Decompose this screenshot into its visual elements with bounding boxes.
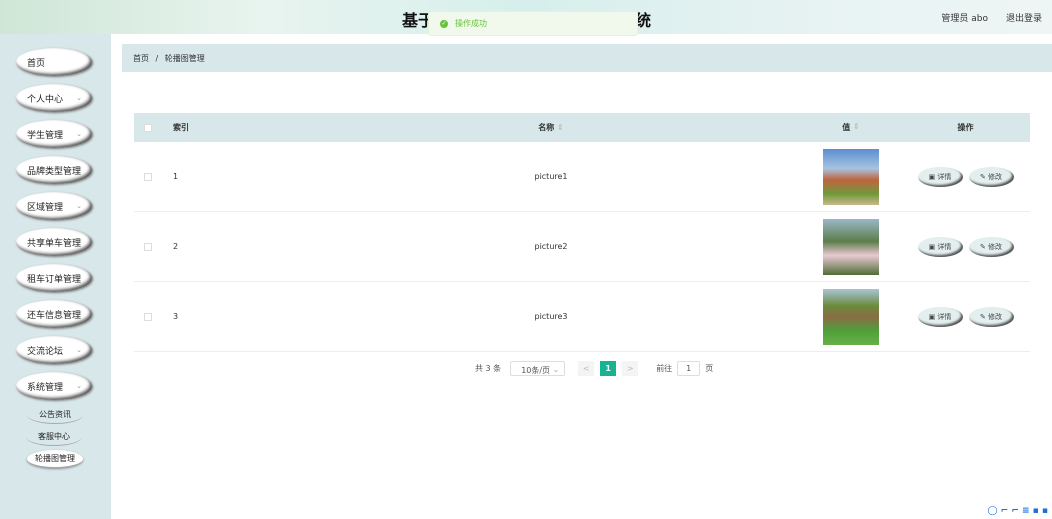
sidebar-item-label: 共享单车管理 <box>27 238 82 249</box>
sidebar-subitem-label: 客服中心 <box>38 432 70 441</box>
detail-icon: ▣ <box>928 172 938 181</box>
sidebar-item[interactable]: 个人中心 ⌄ <box>16 84 92 112</box>
header-name[interactable]: 名称 ⇕ <box>301 122 801 133</box>
row-index: 1 <box>173 172 179 181</box>
sidebar-item[interactable]: 共享单车管理 <box>16 228 92 256</box>
carousel-image[interactable] <box>823 218 879 275</box>
logout-link[interactable]: 退出登录 <box>1006 11 1042 24</box>
user-label: 管理员 abo <box>941 14 988 24</box>
sidebar-item-label: 首页 <box>27 58 46 69</box>
row-index: 3 <box>173 312 179 321</box>
row-name: picture1 <box>534 172 568 181</box>
sidebar-subitem[interactable]: 轮播图管理 <box>27 450 83 468</box>
edit-button[interactable]: ✎ 修改 <box>968 236 1014 257</box>
detail-button[interactable]: ▣ 详情 <box>917 306 963 327</box>
sidebar-item-label: 品牌类型管理 <box>27 166 82 177</box>
header-index: 索引 <box>173 123 189 132</box>
data-table: 索引 名称 ⇕ 值 ⇕ 操作 1 picture1 ▣ 详情 ✎ 修改 2 pi… <box>134 113 1030 352</box>
table-row: 3 picture3 ▣ 详情 ✎ 修改 <box>134 282 1030 352</box>
sidebar-subitem[interactable]: 客服中心 <box>26 428 82 446</box>
chevron-down-icon: ⌄ <box>76 346 82 354</box>
breadcrumb-current: 轮播图管理 <box>164 54 205 63</box>
prev-page-button[interactable]: < <box>578 361 595 376</box>
carousel-image[interactable] <box>823 288 879 345</box>
sidebar-item[interactable]: 学生管理 ⌄ <box>16 120 92 148</box>
success-toast: ✓ 操作成功 <box>428 11 638 36</box>
edit-icon: ✎ <box>979 312 989 321</box>
sidebar-item[interactable]: 系统管理 ⌄ <box>16 372 92 400</box>
sidebar-item[interactable]: 租车订单管理 <box>16 264 92 292</box>
chevron-down-icon: ⌄ <box>76 94 82 102</box>
sidebar-subitem[interactable]: 公告资讯 <box>27 406 83 424</box>
breadcrumb-separator: / <box>155 54 159 63</box>
check-icon: ✓ <box>440 19 448 28</box>
sidebar-item[interactable]: 品牌类型管理 <box>16 156 92 184</box>
sort-icon[interactable]: ⇕ <box>853 122 860 133</box>
sidebar-item[interactable]: 还车信息管理 <box>16 300 92 328</box>
row-index: 2 <box>173 242 179 251</box>
detail-button[interactable]: ▣ 详情 <box>917 236 963 257</box>
goto-label: 前往 <box>656 364 673 373</box>
row-name: picture3 <box>534 312 568 321</box>
edit-icon: ✎ <box>979 242 989 251</box>
breadcrumb: 首页 / 轮播图管理 <box>122 44 1052 72</box>
watermark-logo: ◯ ⌐ ⌐ ≡ ▪ ▪ <box>987 506 1048 516</box>
edit-icon: ✎ <box>979 172 989 181</box>
header-actions: 操作 <box>957 123 974 132</box>
table-row: 1 picture1 ▣ 详情 ✎ 修改 <box>134 142 1030 212</box>
sidebar: 首页个人中心 ⌄ 学生管理 ⌄ 品牌类型管理 区域管理 ⌄ 共享单车管理 租车订单管理 还车信息管… <box>0 34 111 519</box>
header-value[interactable]: 值 ⇕ <box>801 122 901 133</box>
edit-button[interactable]: ✎ 修改 <box>968 306 1014 327</box>
page-unit-label: 页 <box>705 364 714 373</box>
page-size-select[interactable]: 10条/页 ⌄ <box>510 361 566 376</box>
sidebar-subitem-label: 公告资讯 <box>39 410 71 419</box>
sidebar-item[interactable]: 区域管理 ⌄ <box>16 192 92 220</box>
detail-icon: ▣ <box>928 242 938 251</box>
sidebar-item[interactable]: 交流论坛 ⌄ <box>16 336 92 364</box>
breadcrumb-home[interactable]: 首页 <box>133 54 149 63</box>
table-header: 索引 名称 ⇕ 值 ⇕ 操作 <box>134 113 1030 142</box>
row-checkbox[interactable] <box>143 242 152 251</box>
select-all-checkbox[interactable] <box>143 123 152 132</box>
edit-button[interactable]: ✎ 修改 <box>968 166 1014 187</box>
sidebar-item[interactable]: 首页 <box>16 48 92 76</box>
chevron-down-icon: ⌄ <box>76 130 82 138</box>
row-name: picture2 <box>534 242 568 251</box>
sort-icon[interactable]: ⇕ <box>557 123 564 132</box>
goto-page-input[interactable]: 1 <box>677 361 701 376</box>
detail-icon: ▣ <box>928 312 938 321</box>
sidebar-subitem-label: 轮播图管理 <box>35 454 75 463</box>
sidebar-item-label: 学生管理 <box>27 130 64 141</box>
chevron-down-icon: ⌄ <box>76 382 82 390</box>
total-count: 共 3 条 <box>475 364 502 373</box>
row-checkbox[interactable] <box>143 172 152 181</box>
page-1-button[interactable]: 1 <box>600 361 617 376</box>
sidebar-item-label: 系统管理 <box>27 382 64 393</box>
sidebar-item-label: 租车订单管理 <box>27 274 82 285</box>
next-page-button[interactable]: > <box>622 361 639 376</box>
chevron-down-icon: ⌄ <box>76 202 82 210</box>
sidebar-item-label: 交流论坛 <box>27 346 64 357</box>
row-checkbox[interactable] <box>143 312 152 321</box>
sidebar-item-label: 个人中心 <box>27 94 64 105</box>
sidebar-item-label: 区域管理 <box>27 202 64 213</box>
carousel-image[interactable] <box>823 148 879 205</box>
sidebar-item-label: 还车信息管理 <box>27 310 82 321</box>
pagination: 共 3 条 10条/页 ⌄ < 1 > 前往 1 页 <box>475 361 713 376</box>
detail-button[interactable]: ▣ 详情 <box>917 166 963 187</box>
toast-message: 操作成功 <box>455 19 487 28</box>
table-row: 2 picture2 ▣ 详情 ✎ 修改 <box>134 212 1030 282</box>
